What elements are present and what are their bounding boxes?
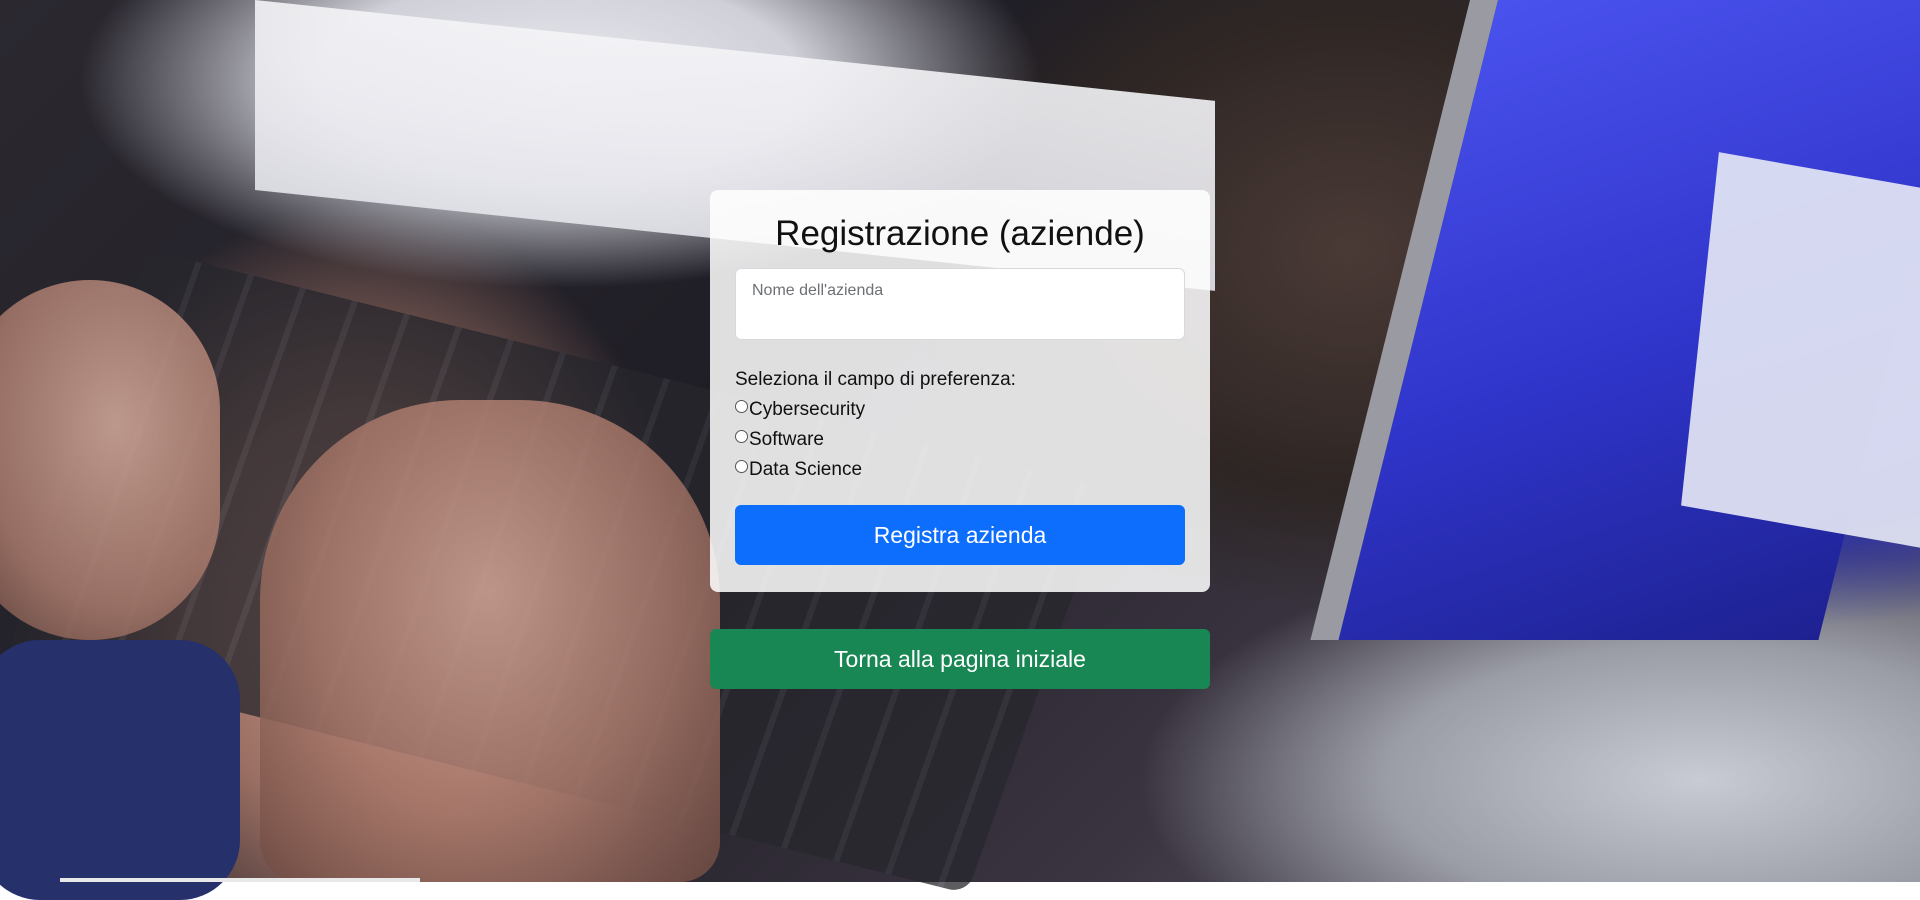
company-name-input[interactable]	[736, 269, 1184, 339]
registration-card: Registrazione (aziende) Nome dell'aziend…	[710, 190, 1210, 592]
radio-option-software[interactable]: Software	[735, 425, 1185, 455]
radio-label-cybersecurity: Cybersecurity	[749, 399, 866, 420]
background-macbook-window	[1681, 152, 1920, 548]
preference-prompt: Seleziona il campo di preferenza:	[735, 369, 1016, 390]
radio-label-software: Software	[749, 429, 824, 450]
background-sleeve	[0, 640, 240, 900]
radio-button-data-science[interactable]	[735, 459, 748, 473]
radio-option-data-science[interactable]: Data Science	[735, 455, 1185, 485]
radio-button-software[interactable]	[735, 429, 748, 443]
form-title: Registrazione (aziende)	[775, 214, 1145, 253]
background-right-hand	[260, 400, 720, 882]
company-name-field[interactable]: Nome dell'azienda	[735, 268, 1185, 340]
register-company-button[interactable]: Registra azienda	[735, 505, 1185, 565]
radio-button-cybersecurity[interactable]	[735, 399, 748, 413]
back-to-home-button[interactable]: Torna alla pagina iniziale	[710, 629, 1210, 689]
background-left-hand	[0, 280, 220, 640]
radio-label-data-science: Data Science	[749, 459, 863, 480]
bottom-scroll-indicator	[60, 878, 420, 882]
radio-option-cybersecurity[interactable]: Cybersecurity	[735, 395, 1185, 425]
